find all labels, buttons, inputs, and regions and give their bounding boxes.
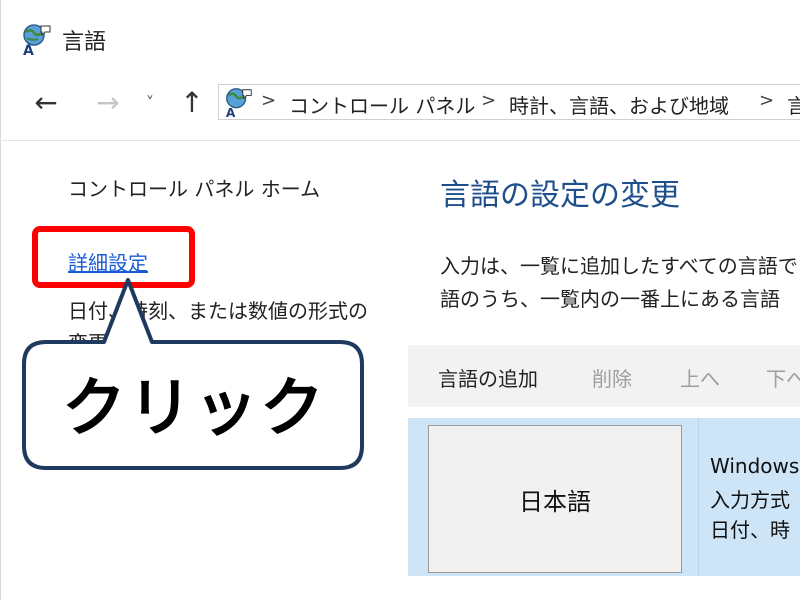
svg-text:A: A (23, 43, 34, 56)
page-heading: 言語の設定の変更 (440, 178, 680, 213)
row-divider (698, 418, 699, 576)
language-toolbar: 言語の追加 削除 上へ 下へ (408, 345, 800, 407)
back-arrow-icon[interactable]: ← (28, 86, 64, 119)
address-globe-icon: A (226, 88, 252, 118)
breadcrumb-language[interactable]: 言 (787, 90, 800, 119)
breadcrumb-control-panel[interactable]: コントロール パネル (289, 90, 475, 119)
header-divider (0, 140, 800, 141)
breadcrumb-clock-language-region[interactable]: 時計、言語、および地域 (509, 90, 729, 119)
svg-text:A: A (226, 106, 236, 118)
description-line-1: 入力は、一覧に追加したすべての言語で (440, 254, 798, 278)
window-title: 言語 (62, 30, 107, 55)
language-info-line-1: Windows (710, 454, 800, 478)
title-bar: A 言語 (0, 0, 800, 80)
move-up-button[interactable]: 上へ (680, 363, 720, 392)
breadcrumb-separator[interactable]: > (261, 90, 276, 111)
breadcrumb-separator[interactable]: > (759, 90, 774, 111)
breadcrumb-separator[interactable]: > (481, 90, 496, 111)
description-line-2: 語のうち、一覧内の一番上にある言語 (440, 287, 780, 311)
move-down-button[interactable]: 下へ (766, 363, 800, 392)
up-arrow-icon[interactable]: ↑ (176, 86, 208, 119)
advanced-settings-highlight (32, 226, 195, 288)
language-globe-icon: A (23, 24, 51, 56)
address-bar[interactable]: A > コントロール パネル > 時計、言語、および地域 > 言 (218, 84, 800, 120)
recent-locations-chevron-icon[interactable]: ˅ (138, 86, 162, 118)
japanese-language-button[interactable]: 日本語 (428, 425, 682, 573)
language-window: A 言語 ← → ˅ ↑ A > コントロール パネル > 時計、言語、および地… (0, 0, 800, 600)
language-info-line-2: 入力方式 (710, 488, 790, 512)
remove-button[interactable]: 削除 (592, 363, 632, 392)
add-language-button[interactable]: 言語の追加 (438, 363, 538, 392)
change-date-time-format-link[interactable]: 日付、時刻、または数値の形式の (68, 295, 368, 324)
forward-arrow-icon[interactable]: → (90, 86, 126, 119)
language-info-line-3: 日付、時 (710, 518, 790, 542)
control-panel-home-link[interactable]: コントロール パネル ホーム (68, 173, 320, 202)
navigation-bar: ← → ˅ ↑ A > コントロール パネル > 時計、言語、および地域 > 言 (0, 80, 800, 124)
language-list-row[interactable]: 日本語 Windows 入力方式 日付、時 (408, 418, 800, 576)
callout-click-text: クリック (62, 372, 326, 446)
